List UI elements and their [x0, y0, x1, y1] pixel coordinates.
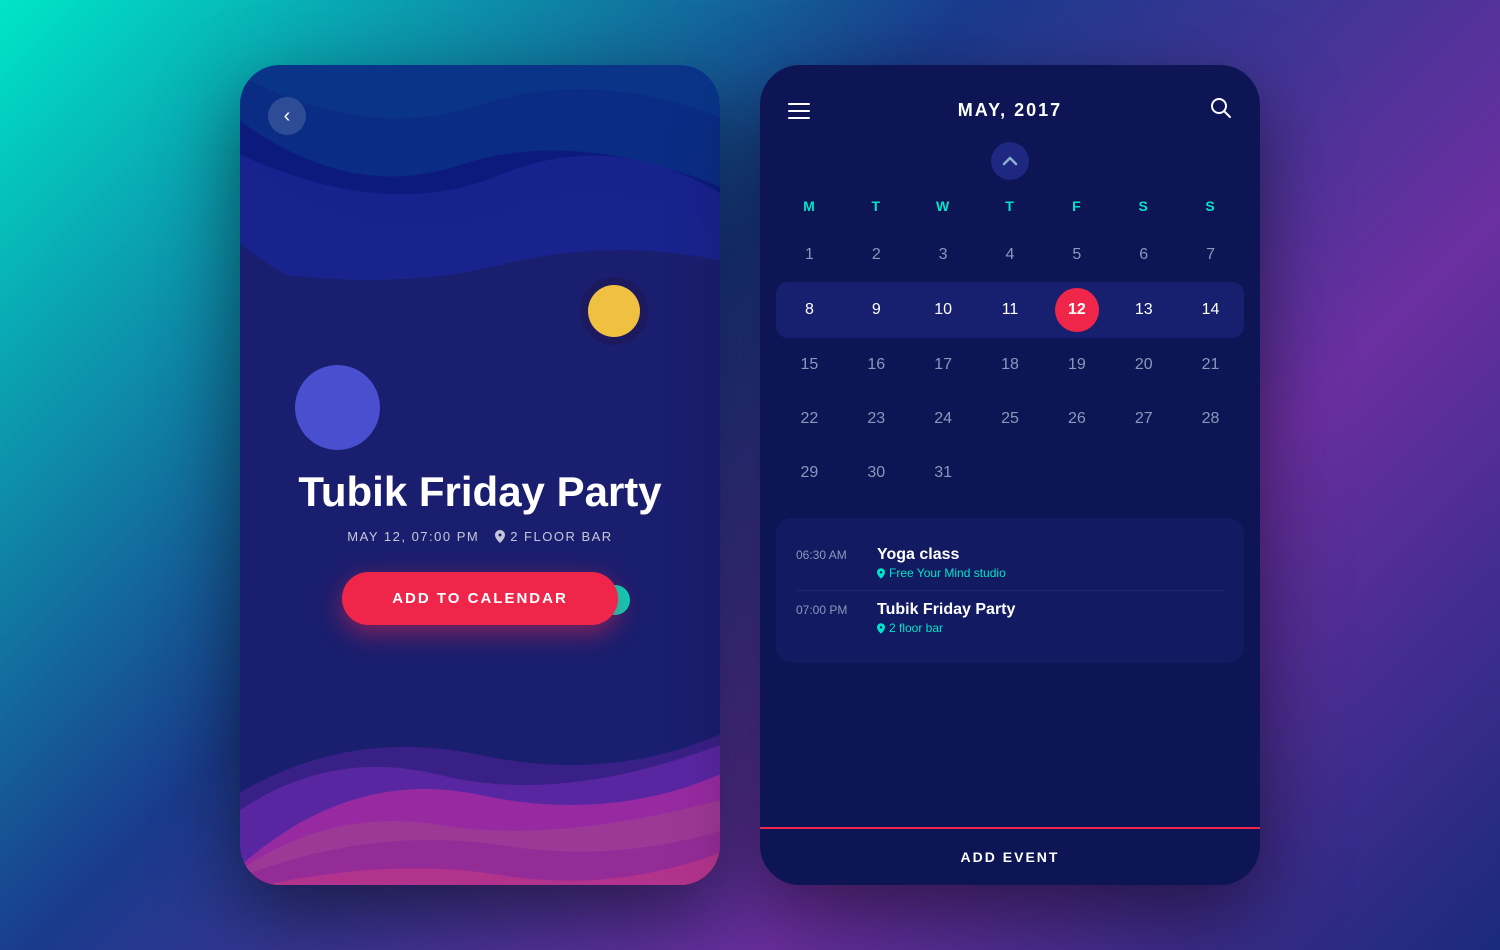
day-4[interactable]: 4 [977, 228, 1044, 282]
day-headers: M T W T F S S [776, 192, 1244, 220]
day-header-s1: S [1110, 192, 1177, 220]
day-12-today[interactable]: 12 [1043, 282, 1110, 338]
day-header-s2: S [1177, 192, 1244, 220]
day-empty-4 [1177, 446, 1244, 500]
location-icon-party [877, 623, 885, 634]
day-27[interactable]: 27 [1110, 392, 1177, 446]
month-title: MAY, 2017 [958, 100, 1062, 121]
day-empty-3 [1110, 446, 1177, 500]
event-location-yoga: Free Your Mind studio [877, 566, 1006, 580]
back-button[interactable]: ‹ [268, 97, 306, 135]
up-circle[interactable] [991, 142, 1029, 180]
day-header-f: F [1043, 192, 1110, 220]
day-31[interactable]: 31 [910, 446, 977, 500]
calendar-prev-btn[interactable] [760, 134, 1260, 184]
add-event-button[interactable]: ADD EVENT [760, 827, 1260, 885]
day-14[interactable]: 14 [1177, 282, 1244, 338]
event-title: Tubik Friday Party [280, 469, 680, 515]
event-date: MAY 12, 07:00 PM [347, 529, 479, 544]
location-text: 2 FLOOR BAR [510, 529, 612, 544]
day-22[interactable]: 22 [776, 392, 843, 446]
calendar-week-4: 22 23 24 25 26 27 28 [776, 392, 1244, 446]
event-item-yoga[interactable]: 06:30 AM Yoga class Free Your Mind studi… [796, 536, 1224, 591]
day-5[interactable]: 5 [1043, 228, 1110, 282]
day-10[interactable]: 10 [910, 282, 977, 338]
day-23[interactable]: 23 [843, 392, 910, 446]
day-header-t2: T [977, 192, 1044, 220]
day-15[interactable]: 15 [776, 338, 843, 392]
chevron-up-icon [1002, 156, 1018, 166]
calendar-week-2: 8 9 10 11 12 13 14 [776, 282, 1244, 338]
search-icon [1210, 97, 1232, 119]
calendar-week-5: 29 30 31 [776, 446, 1244, 500]
day-1[interactable]: 1 [776, 228, 843, 282]
event-time-yoga: 06:30 AM [796, 546, 861, 562]
day-2[interactable]: 2 [843, 228, 910, 282]
event-location: 2 FLOOR BAR [495, 529, 612, 544]
day-19[interactable]: 19 [1043, 338, 1110, 392]
day-7[interactable]: 7 [1177, 228, 1244, 282]
day-20[interactable]: 20 [1110, 338, 1177, 392]
event-details-party: Tubik Friday Party 2 floor bar [877, 601, 1015, 635]
event-name-yoga: Yoga class [877, 546, 1006, 564]
day-header-t1: T [843, 192, 910, 220]
event-item-party[interactable]: 07:00 PM Tubik Friday Party 2 floor bar [796, 591, 1224, 645]
calendar-grid: M T W T F S S 1 2 3 4 5 6 7 8 9 10 11 12 [760, 184, 1260, 500]
day-29[interactable]: 29 [776, 446, 843, 500]
location-icon-yoga [877, 568, 885, 579]
menu-line-3 [788, 117, 810, 119]
event-content: Tubik Friday Party MAY 12, 07:00 PM 2 FL… [240, 469, 720, 625]
day-3[interactable]: 3 [910, 228, 977, 282]
day-11[interactable]: 11 [977, 282, 1044, 338]
event-details-yoga: Yoga class Free Your Mind studio [877, 546, 1006, 580]
location-icon [495, 530, 505, 543]
add-to-calendar-button[interactable]: ADD TO CALENDAR [342, 572, 618, 625]
decorative-circle-blue [295, 365, 380, 450]
day-9[interactable]: 9 [843, 282, 910, 338]
calendar-header: MAY, 2017 [760, 65, 1260, 134]
left-phone: ‹ Tubik Friday Party MAY 12, 07:00 PM 2 … [240, 65, 720, 885]
decorative-circle-yellow [588, 285, 640, 337]
day-17[interactable]: 17 [910, 338, 977, 392]
day-empty-1 [977, 446, 1044, 500]
event-meta: MAY 12, 07:00 PM 2 FLOOR BAR [280, 529, 680, 544]
calendar-week-1: 1 2 3 4 5 6 7 [776, 228, 1244, 282]
menu-line-1 [788, 103, 810, 105]
day-26[interactable]: 26 [1043, 392, 1110, 446]
day-empty-2 [1043, 446, 1110, 500]
day-24[interactable]: 24 [910, 392, 977, 446]
day-8[interactable]: 8 [776, 282, 843, 338]
event-time-party: 07:00 PM [796, 601, 861, 617]
day-30[interactable]: 30 [843, 446, 910, 500]
day-header-m: M [776, 192, 843, 220]
day-21[interactable]: 21 [1177, 338, 1244, 392]
hamburger-menu[interactable] [788, 103, 810, 119]
event-location-party: 2 floor bar [877, 621, 1015, 635]
event-name-party: Tubik Friday Party [877, 601, 1015, 619]
menu-line-2 [788, 110, 810, 112]
right-phone: MAY, 2017 M T W T F S S 1 [760, 65, 1260, 885]
day-header-w: W [910, 192, 977, 220]
day-25[interactable]: 25 [977, 392, 1044, 446]
day-28[interactable]: 28 [1177, 392, 1244, 446]
search-button[interactable] [1210, 97, 1232, 124]
events-section: 06:30 AM Yoga class Free Your Mind studi… [776, 518, 1244, 663]
calendar-week-3: 15 16 17 18 19 20 21 [776, 338, 1244, 392]
day-6[interactable]: 6 [1110, 228, 1177, 282]
day-13[interactable]: 13 [1110, 282, 1177, 338]
day-16[interactable]: 16 [843, 338, 910, 392]
day-18[interactable]: 18 [977, 338, 1044, 392]
